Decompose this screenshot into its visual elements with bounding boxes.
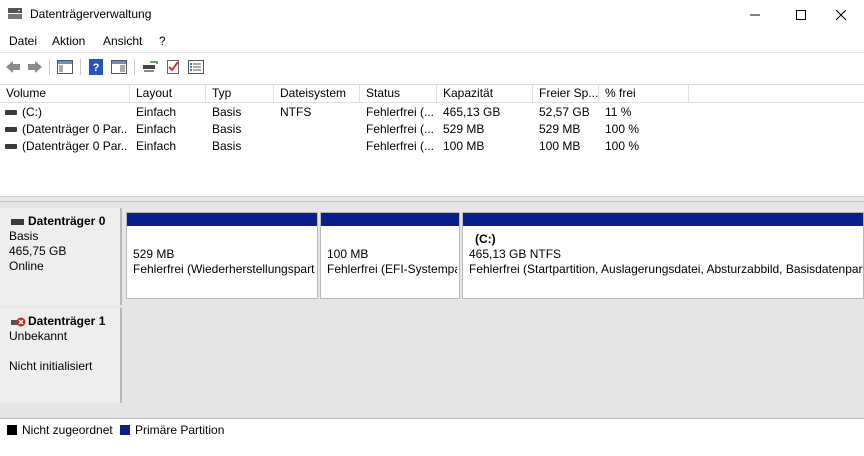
disk-icon xyxy=(11,219,24,225)
error-icon xyxy=(16,317,26,327)
column-header-layout[interactable]: Layout xyxy=(130,85,206,103)
svg-text:?: ? xyxy=(93,62,100,74)
disk-management-app-icon xyxy=(8,8,22,20)
cell-status: Fehlerfrei (... xyxy=(366,105,435,119)
cell-typ: Basis xyxy=(212,122,242,136)
volume-icon xyxy=(5,127,17,132)
settings-list-button[interactable] xyxy=(187,58,205,76)
disk-0-label[interactable]: Datenträger 0 Basis 465,75 GB Online xyxy=(0,208,122,305)
connect-button[interactable] xyxy=(141,58,159,76)
console-tree-icon xyxy=(57,60,73,74)
cell-status: Fehlerfrei (... xyxy=(366,122,435,136)
disk-1-status: Nicht initialisiert xyxy=(9,359,93,373)
menu-ansicht[interactable]: Ansicht xyxy=(103,34,142,48)
cell-kapazitaet: 465,13 GB xyxy=(443,105,501,119)
partition-c-status: Fehlerfrei (Startpartition, Auslagerungs… xyxy=(469,262,863,276)
partition-recovery-status: Fehlerfrei (Wiederherstellungspart xyxy=(133,262,315,276)
partition-recovery-size: 529 MB xyxy=(133,247,175,261)
column-header-volume[interactable]: Volume xyxy=(0,85,130,103)
column-header-prozent-frei[interactable]: % frei xyxy=(599,85,689,103)
column-header-typ[interactable]: Typ xyxy=(206,85,274,103)
close-button[interactable] xyxy=(818,0,864,30)
cell-typ: Basis xyxy=(212,139,242,153)
cell-typ: Basis xyxy=(212,105,242,119)
legend-label-primary: Primäre Partition xyxy=(135,423,225,437)
cell-freier-speicher: 529 MB xyxy=(539,122,581,136)
partition-c-drive[interactable]: (C:) 465,13 GB NTFS Fehlerfrei (Startpar… xyxy=(462,212,864,299)
legend-swatch-primary xyxy=(120,425,130,435)
cell-volume: (C:) xyxy=(22,105,42,119)
disk-0-status: Online xyxy=(9,259,44,273)
cell-status: Fehlerfrei (... xyxy=(366,139,435,153)
disk-1-label[interactable]: Datenträger 1 Unbekannt Nicht initialisi… xyxy=(0,308,122,403)
partition-efi[interactable]: 100 MB Fehlerfrei (EFI-Systempa xyxy=(320,212,460,299)
properties-icon xyxy=(111,60,127,74)
back-button[interactable] xyxy=(4,58,22,76)
window-title: Datenträgerverwaltung xyxy=(30,7,152,21)
cell-dateisystem: NTFS xyxy=(280,105,312,119)
menu-help[interactable]: ? xyxy=(159,34,166,48)
close-icon xyxy=(836,10,846,20)
cell-layout: Einfach xyxy=(136,122,177,136)
cell-freier-speicher: 100 MB xyxy=(539,139,581,153)
menu-datei[interactable]: Datei xyxy=(9,34,37,48)
disk-graph-view: Datenträger 0 Basis 465,75 GB Online 529… xyxy=(0,202,864,418)
column-header-kapazitaet[interactable]: Kapazität xyxy=(437,85,533,103)
help-icon: ? xyxy=(89,59,103,75)
cell-kapazitaet: 529 MB xyxy=(443,122,485,136)
cell-prozent-frei: 100 % xyxy=(605,139,640,153)
forward-arrow-icon xyxy=(28,61,42,73)
legend-swatch-unallocated xyxy=(7,425,17,435)
menu-aktion[interactable]: Aktion xyxy=(52,34,85,48)
menu-bar: Datei Aktion Ansicht ? xyxy=(0,31,864,52)
maximize-icon xyxy=(796,10,806,20)
partition-bar xyxy=(321,213,459,226)
settings-list-icon xyxy=(188,60,204,74)
legend-label-unallocated: Nicht zugeordnet xyxy=(22,423,113,437)
help-button[interactable]: ? xyxy=(87,58,105,76)
cell-layout: Einfach xyxy=(136,139,177,153)
connect-disk-icon xyxy=(143,61,158,72)
back-arrow-icon xyxy=(6,61,20,73)
forward-button[interactable] xyxy=(26,58,44,76)
cell-kapazitaet: 100 MB xyxy=(443,139,485,153)
cell-freier-speicher: 52,57 GB xyxy=(539,105,590,119)
disk-1-type: Unbekannt xyxy=(9,329,68,343)
cell-prozent-frei: 100 % xyxy=(605,122,640,136)
legend: Nicht zugeordnet Primäre Partition xyxy=(0,418,864,456)
partition-efi-size: 100 MB xyxy=(327,247,369,261)
column-header-freier-speicher[interactable]: Freier Sp... xyxy=(533,85,599,103)
cell-prozent-frei: 11 % xyxy=(605,105,632,119)
column-header-status[interactable]: Status xyxy=(360,85,437,103)
disk-0-name: Datenträger 0 xyxy=(28,214,106,228)
column-header-dateisystem[interactable]: Dateisystem xyxy=(274,85,360,103)
checklist-button[interactable] xyxy=(164,58,182,76)
volume-list: Volume Layout Typ Dateisystem Status Kap… xyxy=(0,84,864,198)
table-row[interactable]: (Datenträger 0 Par... Einfach Basis Fehl… xyxy=(0,138,864,155)
partition-c-title: (C:) xyxy=(475,232,496,246)
minimize-button[interactable] xyxy=(732,0,778,30)
table-row[interactable]: (Datenträger 0 Par... Einfach Basis Fehl… xyxy=(0,121,864,138)
volume-icon xyxy=(5,110,17,115)
cell-volume: (Datenträger 0 Par... xyxy=(22,139,128,153)
table-row[interactable]: (C:) Einfach Basis NTFS Fehlerfrei (... … xyxy=(0,104,864,121)
checklist-icon xyxy=(167,60,179,74)
partition-bar xyxy=(127,213,317,226)
partition-c-size: 465,13 GB NTFS xyxy=(469,247,562,261)
partition-recovery[interactable]: 529 MB Fehlerfrei (Wiederherstellungspar… xyxy=(126,212,318,299)
volume-list-header: Volume Layout Typ Dateisystem Status Kap… xyxy=(0,85,864,103)
volume-icon xyxy=(5,144,17,149)
partition-efi-status: Fehlerfrei (EFI-Systempa xyxy=(327,262,457,276)
disk-0-type: Basis xyxy=(9,229,39,243)
properties-button[interactable] xyxy=(110,58,128,76)
console-tree-button[interactable] xyxy=(56,58,74,76)
toolbar: ? xyxy=(0,52,864,80)
cell-volume: (Datenträger 0 Par... xyxy=(22,122,128,136)
title-bar: Datenträgerverwaltung xyxy=(0,0,864,30)
cell-layout: Einfach xyxy=(136,105,177,119)
partition-bar xyxy=(463,213,863,226)
disk-0-size: 465,75 GB xyxy=(9,244,67,258)
minimize-icon xyxy=(750,14,760,16)
